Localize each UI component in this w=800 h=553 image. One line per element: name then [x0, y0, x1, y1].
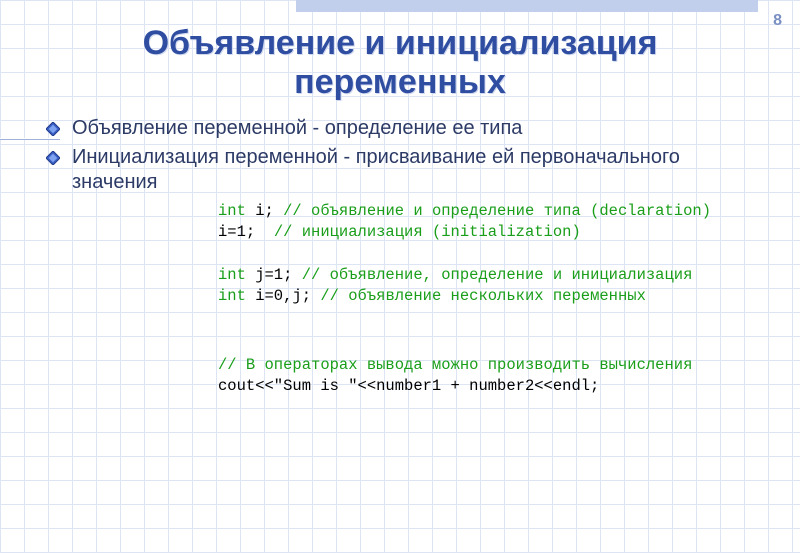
- bullet-text: Объявление переменной - определение ее т…: [72, 116, 522, 141]
- code-text: i;: [246, 202, 283, 220]
- bullet-item: Инициализация переменной - присваивание …: [46, 145, 770, 195]
- code-gap: [218, 307, 778, 355]
- code-text: i=1;: [218, 223, 274, 241]
- diamond-bullet-icon: [46, 122, 64, 141]
- code-block: int i; // объявление и определение типа …: [218, 201, 778, 397]
- code-keyword: int: [218, 266, 246, 284]
- code-gap: [218, 243, 778, 265]
- code-line: i=1; // инициализация (initialization): [240, 222, 778, 243]
- code-text: cout<<"Sum is "<<number1 + number2<<endl…: [218, 377, 599, 395]
- title-line-1: Объявление и инициализация: [143, 24, 658, 62]
- title-line-2: переменных: [294, 63, 506, 101]
- code-line: int j=1; // объявление, определение и ин…: [240, 265, 778, 286]
- code-comment: // инициализация (initialization): [274, 223, 581, 241]
- code-comment: // В операторах вывода можно производить…: [218, 356, 692, 374]
- code-line: // В операторах вывода можно производить…: [240, 355, 778, 376]
- code-comment: // объявление и определение типа (declar…: [283, 202, 711, 220]
- code-line: cout<<"Sum is "<<number1 + number2<<endl…: [240, 376, 778, 397]
- code-comment: // объявление нескольких переменных: [320, 287, 646, 305]
- bullet-text: Инициализация переменной - присваивание …: [72, 145, 770, 195]
- code-comment: // объявление, определение и инициализац…: [302, 266, 693, 284]
- diamond-bullet-icon: [46, 151, 64, 170]
- code-line: int i; // объявление и определение типа …: [240, 201, 778, 222]
- slide-title: Объявление и инициализация переменных: [0, 0, 800, 102]
- code-keyword: int: [218, 202, 246, 220]
- code-line: int i=0,j; // объявление нескольких пере…: [240, 286, 778, 307]
- code-text: j=1;: [246, 266, 302, 284]
- code-text: i=0,j;: [246, 287, 320, 305]
- bullet-item: Объявление переменной - определение ее т…: [46, 116, 770, 141]
- content-area: Объявление переменной - определение ее т…: [0, 102, 800, 397]
- code-keyword: int: [218, 287, 246, 305]
